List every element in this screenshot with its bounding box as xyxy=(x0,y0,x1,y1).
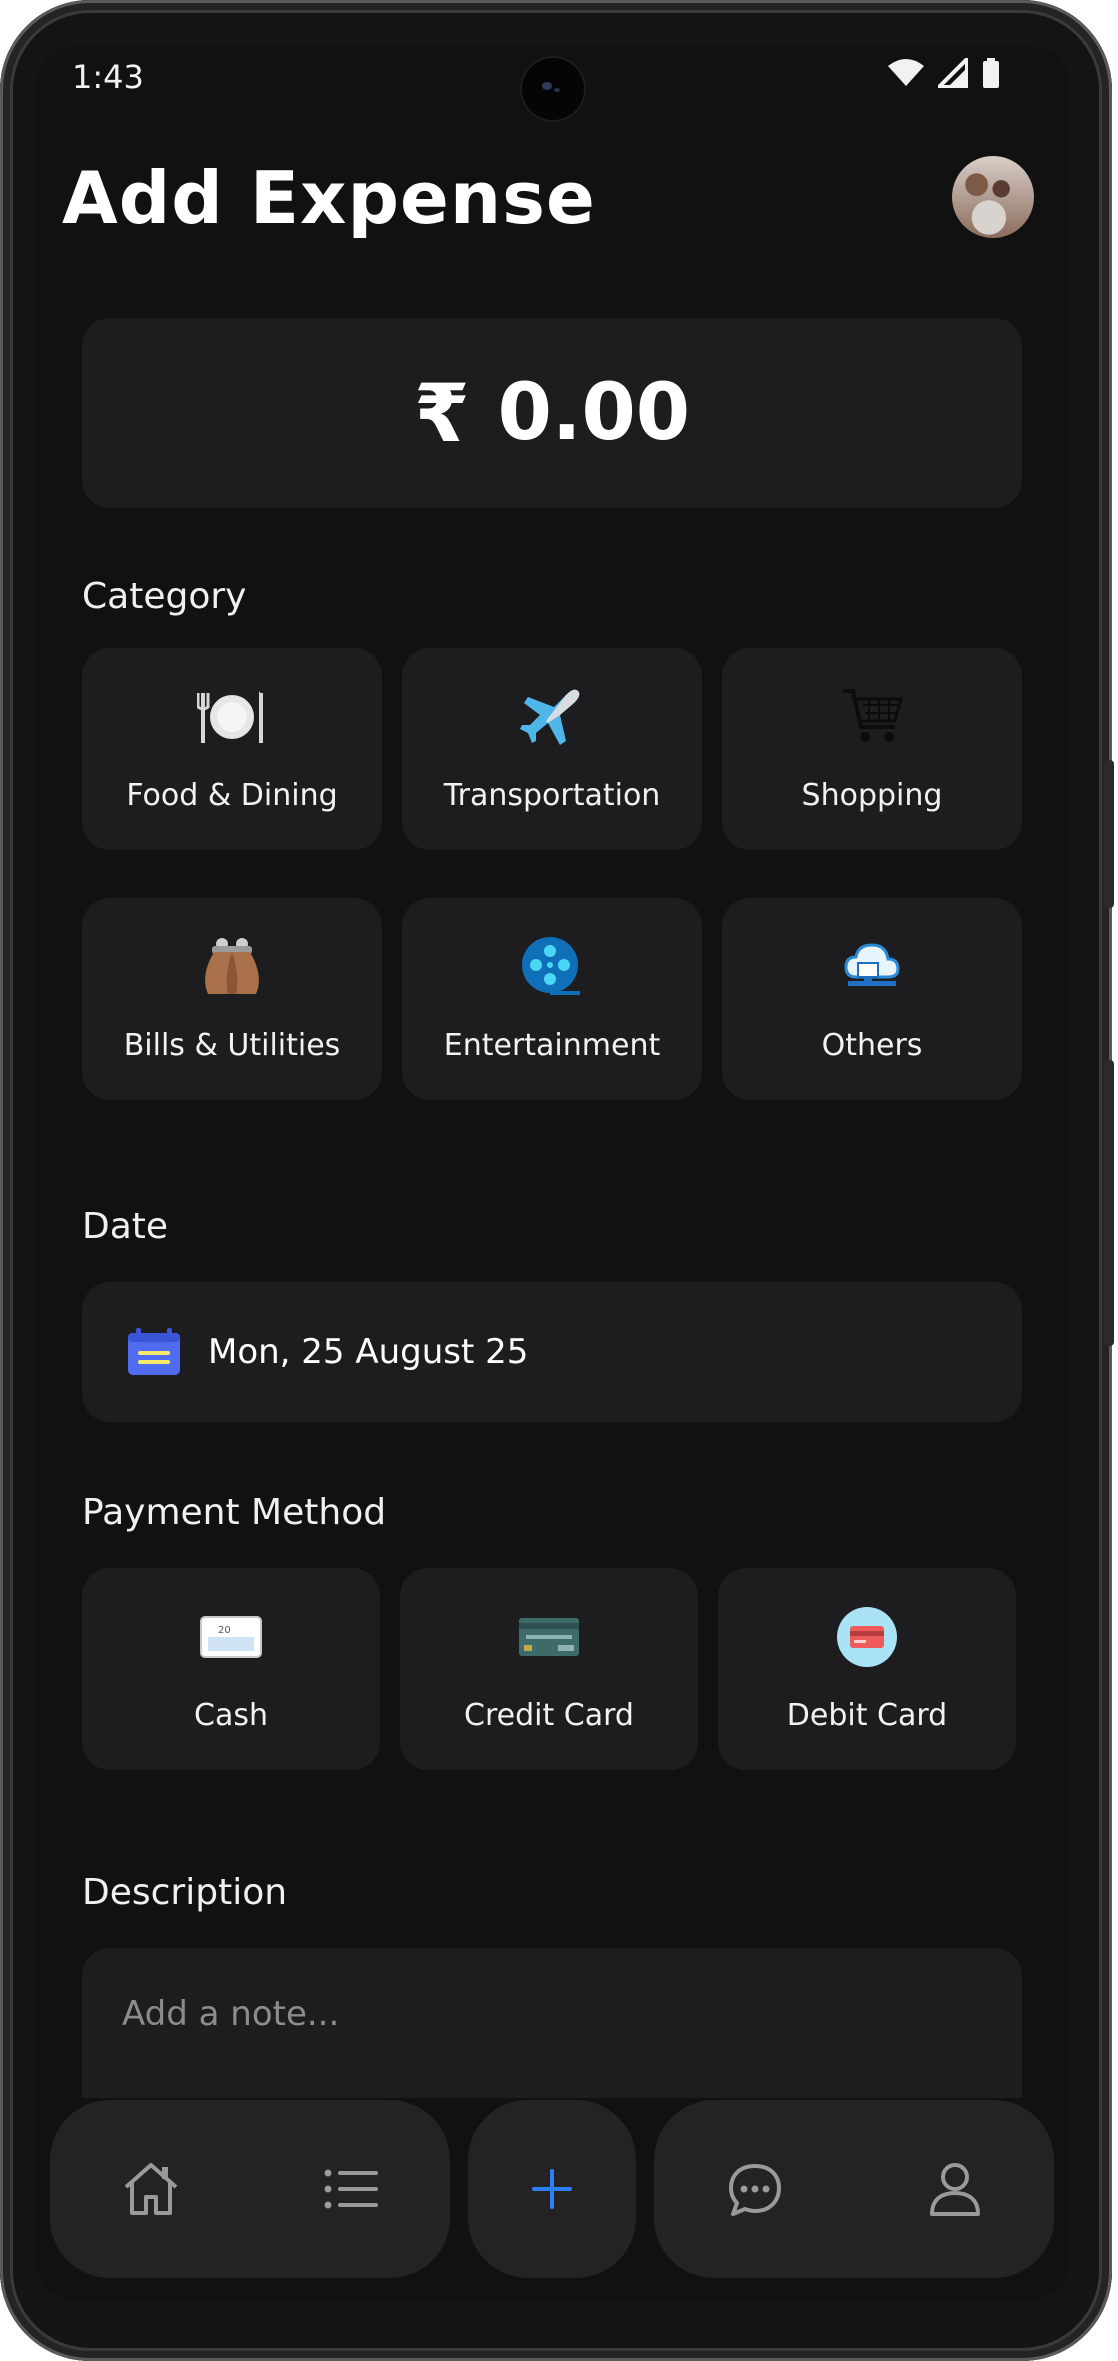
film-reel-icon xyxy=(517,936,587,998)
description-input[interactable]: Add a note... xyxy=(82,1948,1022,2098)
payment-method-label: Payment Method xyxy=(82,1492,387,1533)
category-entertainment[interactable]: Entertainment xyxy=(402,898,702,1100)
category-shopping[interactable]: Shopping xyxy=(722,648,1022,850)
category-label-text: Bills & Utilities xyxy=(123,1027,341,1063)
purse-icon xyxy=(197,936,267,998)
signal-icon xyxy=(938,58,968,88)
category-food-dining[interactable]: Food & Dining xyxy=(82,648,382,850)
category-others[interactable]: Others xyxy=(722,898,1022,1100)
phone-frame: 1:43 Add Expense ₹ 0.00 Category Food & … xyxy=(0,0,1114,2361)
screen: 1:43 Add Expense ₹ 0.00 Category Food & … xyxy=(36,46,1070,2300)
battery-icon xyxy=(983,58,999,88)
airplane-icon xyxy=(517,686,587,748)
amount-value: 0.00 xyxy=(497,368,691,458)
payment-credit-card[interactable]: Credit Card xyxy=(400,1568,698,1770)
category-label-text: Entertainment xyxy=(443,1027,661,1063)
currency-symbol: ₹ xyxy=(413,366,470,460)
cash-note-value: 20 xyxy=(218,1625,231,1636)
plate-cutlery-icon xyxy=(197,686,267,748)
calendar-icon xyxy=(128,1328,180,1375)
front-camera xyxy=(522,58,584,120)
category-label-text: Food & Dining xyxy=(126,777,338,813)
amount-input[interactable]: ₹ 0.00 xyxy=(82,318,1022,508)
category-transportation[interactable]: Transportation xyxy=(402,648,702,850)
bottom-nav-left-group xyxy=(50,2100,450,2278)
payment-label-text: Credit Card xyxy=(464,1697,634,1733)
add-button[interactable] xyxy=(468,2100,636,2278)
status-time: 1:43 xyxy=(72,58,144,96)
page-title: Add Expense xyxy=(62,156,596,240)
date-label: Date xyxy=(82,1206,169,1247)
bottom-nav-right-group xyxy=(654,2100,1054,2278)
payment-label-text: Debit Card xyxy=(786,1697,948,1733)
category-bills-utilities[interactable]: Bills & Utilities xyxy=(82,898,382,1100)
cash-note-icon: 20 xyxy=(196,1606,266,1668)
debit-card-icon xyxy=(832,1606,902,1668)
payment-debit-card[interactable]: Debit Card xyxy=(718,1568,1016,1770)
list-icon[interactable] xyxy=(324,2169,378,2209)
credit-card-icon xyxy=(514,1606,584,1668)
payment-label-text: Cash xyxy=(194,1697,268,1733)
home-icon[interactable] xyxy=(122,2161,180,2217)
category-label-text: Others xyxy=(821,1027,923,1063)
side-button xyxy=(1104,760,1114,908)
side-button xyxy=(1104,1060,1114,1346)
shopping-cart-icon xyxy=(837,686,907,748)
date-picker[interactable]: Mon, 25 August 25 xyxy=(82,1282,1022,1422)
payment-cash[interactable]: 20 Cash xyxy=(82,1568,380,1770)
category-label-text: Shopping xyxy=(801,777,943,813)
chat-icon[interactable] xyxy=(727,2162,783,2216)
date-value: Mon, 25 August 25 xyxy=(208,1332,529,1372)
category-label-text: Transportation xyxy=(443,777,661,813)
cloud-computer-icon xyxy=(837,936,907,998)
wifi-icon xyxy=(888,59,924,86)
description-label: Description xyxy=(82,1872,288,1913)
avatar[interactable] xyxy=(952,156,1034,238)
add-icon xyxy=(532,2169,572,2209)
profile-icon[interactable] xyxy=(929,2161,981,2217)
status-icons xyxy=(888,58,1000,88)
category-label: Category xyxy=(82,576,247,617)
